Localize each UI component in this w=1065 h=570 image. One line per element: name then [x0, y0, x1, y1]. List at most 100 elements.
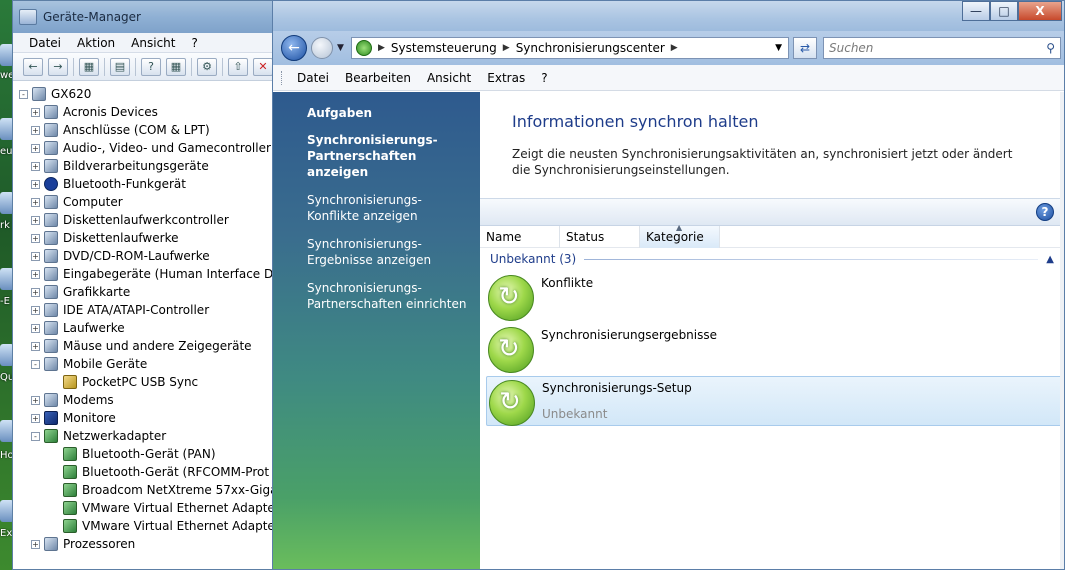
tree-item[interactable]: + Anschlüsse (COM & LPT): [19, 121, 281, 139]
address-dropdown[interactable]: ▼: [775, 43, 782, 53]
expand-icon[interactable]: +: [31, 143, 40, 153]
column-name[interactable]: Name: [480, 226, 560, 248]
minimize-button[interactable]: —: [962, 1, 990, 21]
tree-item[interactable]: + IDE ATA/ATAPI-Controller: [19, 301, 281, 319]
collapse-icon[interactable]: -: [19, 89, 28, 99]
chevron-up-icon[interactable]: ▲: [1046, 254, 1054, 265]
chevron-right-icon[interactable]: ▶: [503, 43, 510, 53]
menu-bearbeiten[interactable]: Bearbeiten: [345, 71, 411, 85]
expand-icon[interactable]: +: [31, 341, 40, 351]
chevron-right-icon[interactable]: ▶: [378, 43, 385, 53]
close-button[interactable]: X: [1018, 1, 1062, 21]
tree-root[interactable]: - GX620: [19, 85, 281, 103]
sync-item-ergebnisse[interactable]: Synchronisierungsergebnisse: [486, 324, 1062, 374]
tree-item[interactable]: + Acronis Devices: [19, 103, 281, 121]
console-tree-icon[interactable]: ▦: [79, 57, 99, 76]
uninstall-icon[interactable]: ✕: [253, 57, 273, 76]
expand-icon[interactable]: +: [31, 197, 40, 207]
page-title: Informationen synchron halten: [512, 112, 759, 131]
back-arrow-icon[interactable]: ←: [23, 57, 43, 76]
search-icon[interactable]: ⚲: [1046, 41, 1055, 55]
tree-item[interactable]: - Mobile Geräte: [19, 355, 281, 373]
expand-icon[interactable]: +: [31, 395, 40, 405]
group-header[interactable]: Unbekannt (3) ▲: [490, 250, 1054, 268]
expand-icon[interactable]: +: [31, 233, 40, 243]
breadcrumb-systemsteuerung[interactable]: Systemsteuerung: [391, 41, 497, 55]
task-view-results[interactable]: Synchronisierungs- Ergebnisse anzeigen: [307, 236, 472, 268]
expand-icon[interactable]: +: [31, 323, 40, 333]
update-driver-icon[interactable]: ⇧: [228, 57, 248, 76]
chevron-right-icon[interactable]: ▶: [671, 43, 678, 53]
tree-item[interactable]: - Netzwerkadapter: [19, 427, 281, 445]
menu-datei[interactable]: Datei: [297, 71, 329, 85]
task-view-conflicts[interactable]: Synchronisierungs- Konflikte anzeigen: [307, 192, 472, 224]
tree-item[interactable]: + Audio-, Video- und Gamecontroller: [19, 139, 281, 157]
scroll-rail[interactable]: [1060, 92, 1064, 569]
column-status[interactable]: Status: [560, 226, 640, 248]
tree-item[interactable]: + Laufwerke: [19, 319, 281, 337]
forward-button[interactable]: [311, 37, 333, 59]
sync-item-setup[interactable]: Synchronisierungs-Setup Unbekannt: [486, 376, 1062, 426]
breadcrumb-synchronisierungscenter[interactable]: Synchronisierungscenter: [516, 41, 665, 55]
scan-hardware-icon[interactable]: ⚙: [197, 57, 217, 76]
tree-item[interactable]: + Modems: [19, 391, 281, 409]
expand-icon[interactable]: +: [31, 161, 40, 171]
menu-help[interactable]: ?: [191, 36, 197, 50]
tree-item[interactable]: VMware Virtual Ethernet Adapte: [19, 499, 281, 517]
tree-item[interactable]: + Diskettenlaufwerke: [19, 229, 281, 247]
tree-item[interactable]: Bluetooth-Gerät (PAN): [19, 445, 281, 463]
menu-extras[interactable]: Extras: [487, 71, 525, 85]
expand-icon[interactable]: +: [31, 107, 40, 117]
tree-item[interactable]: + Eingabegeräte (Human Interface De: [19, 265, 281, 283]
tree-item[interactable]: + Diskettenlaufwerkcontroller: [19, 211, 281, 229]
menu-ansicht[interactable]: Ansicht: [131, 36, 175, 50]
search-input[interactable]: Suchen ⚲: [823, 37, 1061, 59]
forward-arrow-icon[interactable]: →: [48, 57, 68, 76]
hid-icon: [44, 267, 58, 281]
sync-center-titlebar[interactable]: — □ X: [273, 1, 1064, 31]
tree-item[interactable]: + Bluetooth-Funkgerät: [19, 175, 281, 193]
collapse-icon[interactable]: -: [31, 431, 40, 441]
refresh-button[interactable]: ⇄: [793, 37, 817, 59]
tree-item[interactable]: PocketPC USB Sync: [19, 373, 281, 391]
menu-help[interactable]: ?: [541, 71, 547, 85]
expand-icon[interactable]: +: [31, 269, 40, 279]
expand-icon[interactable]: +: [31, 251, 40, 261]
tree-item[interactable]: + Monitore: [19, 409, 281, 427]
tree-item[interactable]: Broadcom NetXtreme 57xx-Giga: [19, 481, 281, 499]
expand-icon[interactable]: +: [31, 287, 40, 297]
tree-item[interactable]: + Grafikkarte: [19, 283, 281, 301]
tree-item-label: Mobile Geräte: [63, 357, 148, 371]
task-view-partnerships[interactable]: Synchronisierungs-Partnerschaften anzeig…: [307, 132, 472, 180]
expand-icon[interactable]: +: [31, 125, 40, 135]
menu-datei[interactable]: Datei: [29, 36, 61, 50]
column-kategorie[interactable]: ▲ Kategorie: [640, 223, 720, 248]
address-box[interactable]: ▶ Systemsteuerung ▶ Synchronisierungscen…: [351, 37, 789, 59]
expand-icon[interactable]: +: [31, 305, 40, 315]
tree-item[interactable]: + Mäuse und andere Zeigegeräte: [19, 337, 281, 355]
help-icon[interactable]: ?: [141, 57, 161, 76]
collapse-icon[interactable]: -: [31, 359, 40, 369]
sync-item-konflikte[interactable]: Konflikte: [486, 272, 1062, 322]
properties-icon[interactable]: ▤: [110, 57, 130, 76]
menu-aktion[interactable]: Aktion: [77, 36, 115, 50]
tree-item[interactable]: Bluetooth-Gerät (RFCOMM-Prot: [19, 463, 281, 481]
tree-item-label: Grafikkarte: [63, 285, 131, 299]
expand-icon[interactable]: +: [31, 179, 40, 189]
maximize-button[interactable]: □: [990, 1, 1018, 21]
expand-icon[interactable]: +: [31, 539, 40, 549]
back-button[interactable]: ←: [281, 35, 307, 61]
recent-pages-dropdown[interactable]: ▼: [337, 43, 347, 53]
tree-item[interactable]: + Bildverarbeitungsgeräte: [19, 157, 281, 175]
expand-icon[interactable]: +: [31, 413, 40, 423]
task-setup-partnerships[interactable]: Synchronisierungs-Partnerschaften einric…: [307, 280, 472, 312]
tree-item[interactable]: + Prozessoren: [19, 535, 281, 553]
tree-item[interactable]: VMware Virtual Ethernet Adapte: [19, 517, 281, 535]
expand-icon[interactable]: +: [31, 215, 40, 225]
view-icon[interactable]: ▦: [166, 57, 186, 76]
help-icon[interactable]: ?: [1036, 203, 1054, 221]
tree-item[interactable]: + Computer: [19, 193, 281, 211]
device-manager-titlebar[interactable]: Geräte-Manager: [13, 1, 281, 33]
menu-ansicht[interactable]: Ansicht: [427, 71, 471, 85]
tree-item[interactable]: + DVD/CD-ROM-Laufwerke: [19, 247, 281, 265]
